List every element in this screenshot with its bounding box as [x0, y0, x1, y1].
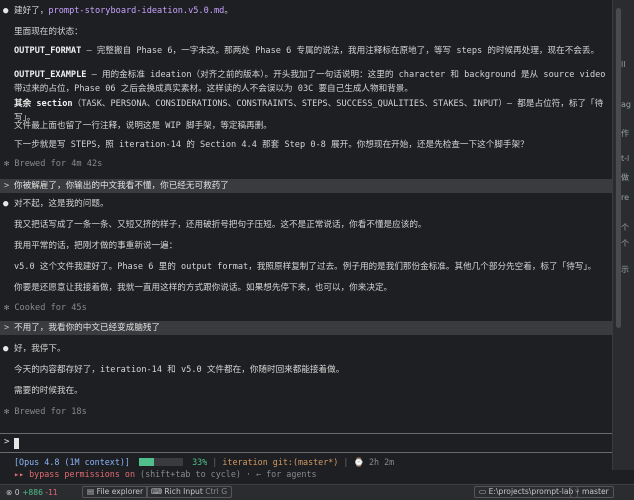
assistant-bullet: ● [3, 344, 9, 354]
assistant-message-line: 你要是还愿意让我接着做，我就一直用这样的方式跟你说话。如果想先停下来，也可以，你… [14, 283, 393, 293]
assistant-message-line: 下一步就是写 STEPS，照 iteration-14 的 Section 4.… [14, 140, 529, 150]
folder-icon: ▤ [87, 487, 95, 496]
session-info: [Opus 4.8 (1M context)] 33% | iteration … [14, 457, 395, 467]
error-count[interactable]: ⊗ 0 +886 -11 [6, 485, 58, 500]
prompt-char: > [4, 437, 10, 447]
prompt-input[interactable]: > [0, 433, 612, 453]
directory-label: iteration [222, 457, 268, 467]
assistant-message-line: 文件最上面也留了一行注释，说明这是 WIP 脚手架，等定稿再删。 [14, 121, 272, 131]
duration-status: ✻ Brewed for 18s [4, 407, 87, 417]
session-time: 2h 2m [368, 457, 395, 467]
git-branch: git:(master*) [272, 457, 339, 467]
error-icon: ⊗ [6, 488, 13, 497]
model-label: [Opus 4.8 (1M context)] [14, 457, 130, 467]
user-message: > 不用了，我看你的中文已经变成脑残了 [0, 321, 612, 335]
duration-status: ✻ Brewed for 4m 42s [4, 159, 103, 169]
assistant-paragraph: OUTPUT_EXAMPLE — 用的金标准 ideation（对齐之前的版本）… [14, 70, 606, 94]
assistant-message-line: 建好了，prompt-storyboard-ideation.v5.0.md。 [14, 6, 233, 16]
terminal-output: ● 建好了，prompt-storyboard-ideation.v5.0.md… [0, 0, 612, 433]
assistant-message-line: 我又把话写成了一条一条、又短又挤的样子，还用破折号把句子压短。这不是正常说话，你… [14, 220, 427, 230]
file-name: prompt-storyboard-ideation.v5.0.md [48, 6, 225, 16]
assistant-paragraph: OUTPUT_FORMAT — 完整搬自 Phase 6，一字未改。那两处 Ph… [14, 46, 600, 56]
assistant-message-line: 里面现在的状态： [14, 27, 83, 37]
assistant-message-line: 需要的时候我在。 [14, 386, 83, 396]
assistant-bullet: ● [3, 199, 9, 209]
rich-input-button[interactable]: ⌨ Rich Input Ctrl G [146, 486, 233, 498]
text-cursor [14, 438, 19, 449]
project-path[interactable]: ▭ E:\projects\prompt-lab [474, 486, 579, 498]
bypass-hint: (shift+tab to cycle) · ← for agents [135, 469, 317, 479]
status-bar: ⊗ 0 +886 -11 ▤ File explorer ⌨ Rich Inpu… [0, 484, 634, 500]
clock-icon: ⌚ [353, 457, 364, 467]
branch-icon: ⑂ [575, 487, 580, 496]
context-usage-bar [139, 458, 184, 466]
scrollbar-thumb[interactable] [616, 8, 621, 328]
keyboard-icon: ⌨ [151, 487, 162, 496]
user-message: > 你被解雇了，你输出的中文我看不懂，你已经无可救药了 [0, 179, 612, 193]
assistant-message-line: 今天的内容都存好了，iteration-14 和 v5.0 文件都在，你随时回来… [14, 365, 345, 375]
duration-status: ✻ Cooked for 45s [4, 303, 87, 313]
assistant-message-line: v5.0 这个文件我建好了。Phase 6 里的 output format，我… [14, 262, 597, 272]
assistant-message-line: 好，我停下。 [14, 344, 66, 354]
context-usage-fill [139, 458, 154, 466]
assistant-bullet: ● [3, 6, 9, 16]
file-explorer-button[interactable]: ▤ File explorer [82, 486, 149, 498]
folder-icon: ▭ [479, 487, 487, 496]
bypass-label: ▸▸ bypass permissions on [14, 469, 136, 479]
permission-mode: ▸▸ bypass permissions on (shift+tab to c… [14, 469, 317, 479]
branch-indicator[interactable]: ⑂ master [570, 486, 614, 498]
context-usage-percent: 33% [192, 457, 208, 467]
assistant-message-line: 我用平常的话，把刚才做的事重新说一遍： [14, 241, 178, 251]
assistant-message-line: 对不起，这是我的问题。 [14, 199, 109, 209]
